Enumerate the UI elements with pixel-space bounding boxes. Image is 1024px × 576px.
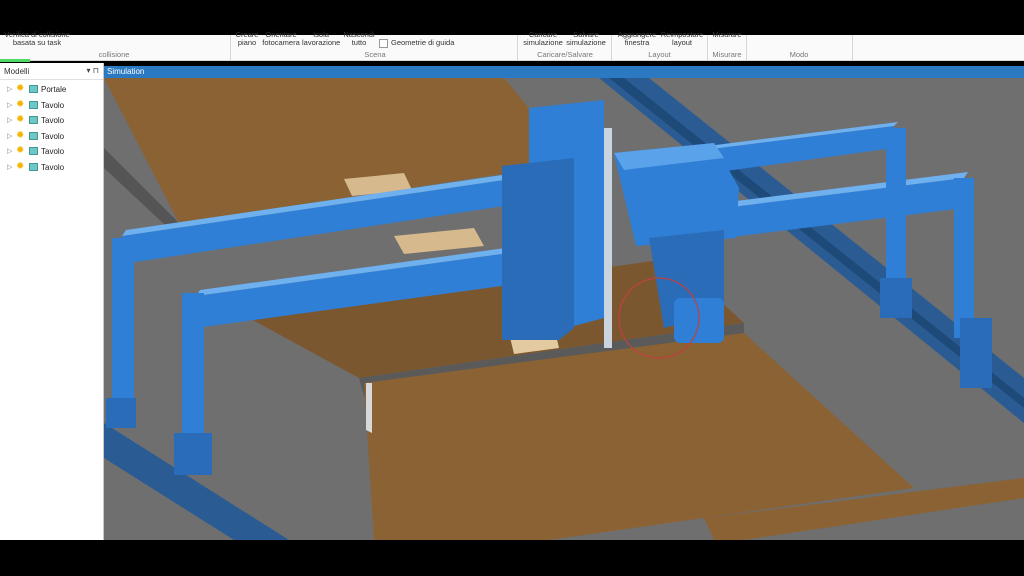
tree-item-label: Portale <box>41 85 67 94</box>
model-icon <box>29 147 38 155</box>
hide-all-button[interactable]: Nascondi tutto <box>342 31 376 47</box>
model-icon <box>29 162 38 171</box>
collision-check-button[interactable]: Verifica di collisione basata su task <box>4 31 70 47</box>
gantry-leg-left-front <box>182 293 204 453</box>
gantry-leg-right-front <box>954 178 974 338</box>
reset-layout-button[interactable]: Reimpostare layout <box>660 31 704 47</box>
light-icon: ✹ <box>16 160 25 172</box>
models-panel-title: Modelli <box>4 67 30 76</box>
tree-item-label: Tavolo <box>41 100 65 110</box>
divider <box>230 35 231 60</box>
divider <box>852 35 853 60</box>
carriage-body <box>502 158 574 340</box>
create-plane-button[interactable]: Creare piano <box>234 31 260 47</box>
guide-geometry-checkbox[interactable]: Geometrie di guida <box>379 38 454 48</box>
group-label-scene: Scena <box>364 50 386 59</box>
simulation-viewport[interactable] <box>104 78 1024 540</box>
gantry-foot-right-front <box>960 318 992 388</box>
group-label-mode: Modo <box>789 50 809 59</box>
simulation-tab-header: Simulation <box>104 66 1024 78</box>
gantry-leg-right-back <box>886 128 906 298</box>
light-icon: ✹ <box>16 129 25 141</box>
ribbon-toolbar: Verifica di collisione basata su task co… <box>0 31 1024 61</box>
light-icon: ✹ <box>16 145 25 156</box>
orient-camera-button[interactable]: Orientare fotocamera <box>262 31 300 47</box>
workpiece-2 <box>394 228 484 254</box>
table-edge-highlight <box>366 383 372 433</box>
tree-item[interactable]: ▷ ✹ Portale <box>0 82 103 98</box>
tree-item[interactable]: ▷ ✹ Tavolo <box>0 129 103 145</box>
carriage-rail <box>604 128 612 348</box>
gantry-foot-left-back <box>106 398 136 428</box>
dropdown-icon[interactable]: ▾ <box>87 66 91 75</box>
tree-item-label: Tavolo <box>41 131 65 141</box>
group-label-collision: collisione <box>98 50 130 59</box>
tree-item-label: Tavolo <box>41 162 65 172</box>
light-icon: ✹ <box>16 114 25 125</box>
model-icon <box>29 100 38 109</box>
expand-arrow-icon[interactable]: ▷ <box>7 132 12 140</box>
load-simulation-button[interactable]: Caricare simulazione <box>522 31 564 47</box>
models-tree: ▷ ✹ Portale ▷ ✹ Tavolo ▷ ✹ Tavolo ▷ ✹ Tavolo ▷ ✹ Tavol… <box>0 80 103 175</box>
model-icon <box>29 116 38 124</box>
progress-indicator <box>0 59 30 62</box>
gantry-scene[interactable] <box>104 78 1024 540</box>
group-label-layout: Layout <box>648 50 671 59</box>
model-icon <box>29 131 38 140</box>
divider <box>517 35 518 60</box>
tree-item[interactable]: ▷ ✹ Tavolo <box>0 144 103 160</box>
gantry-foot-left-front <box>174 433 212 475</box>
expand-arrow-icon[interactable]: ▷ <box>7 85 12 93</box>
group-label-load-save: Caricare/Salvare <box>537 50 593 59</box>
expand-arrow-icon[interactable]: ▷ <box>7 101 12 109</box>
add-window-button[interactable]: Aggiungere finestra <box>615 31 659 47</box>
simulation-title: Simulation <box>107 67 145 76</box>
isolate-work-button[interactable]: Isola lavorazione <box>302 31 340 47</box>
checkbox-box[interactable] <box>379 38 388 48</box>
tree-item[interactable]: ▷ ✹ Tavolo <box>0 113 103 129</box>
save-simulation-button[interactable]: Salvare simulazione <box>565 31 607 47</box>
models-panel-header: Modelli ▾ ⊓ <box>0 63 103 80</box>
gantry-leg-left-back <box>112 238 134 413</box>
measure-button[interactable]: Misurare <box>710 31 744 39</box>
light-icon: ✹ <box>16 98 25 110</box>
models-panel: Modelli ▾ ⊓ ▷ ✹ Portale ▷ ✹ Tavolo ▷ ✹ Tavolo ▷ ✹ T… <box>0 63 104 540</box>
expand-arrow-icon[interactable]: ▷ <box>7 163 12 171</box>
pin-icon[interactable]: ⊓ <box>93 66 99 75</box>
tree-item-label: Tavolo <box>41 147 65 156</box>
tree-item[interactable]: ▷ ✹ Tavolo <box>0 160 103 176</box>
gantry-foot-right-back <box>880 278 912 318</box>
gantry-beam-right-back <box>704 126 894 174</box>
tree-item-label: Tavolo <box>41 116 65 125</box>
model-icon <box>29 85 38 93</box>
guide-geometry-label: Geometrie di guida <box>391 38 455 47</box>
expand-arrow-icon[interactable]: ▷ <box>7 116 12 124</box>
expand-arrow-icon[interactable]: ▷ <box>7 147 12 155</box>
group-label-measure: Misurare <box>712 50 742 59</box>
light-icon: ✹ <box>16 83 25 94</box>
tree-item[interactable]: ▷ ✹ Tavolo <box>0 98 103 114</box>
panel-controls[interactable]: ▾ ⊓ <box>87 66 100 75</box>
